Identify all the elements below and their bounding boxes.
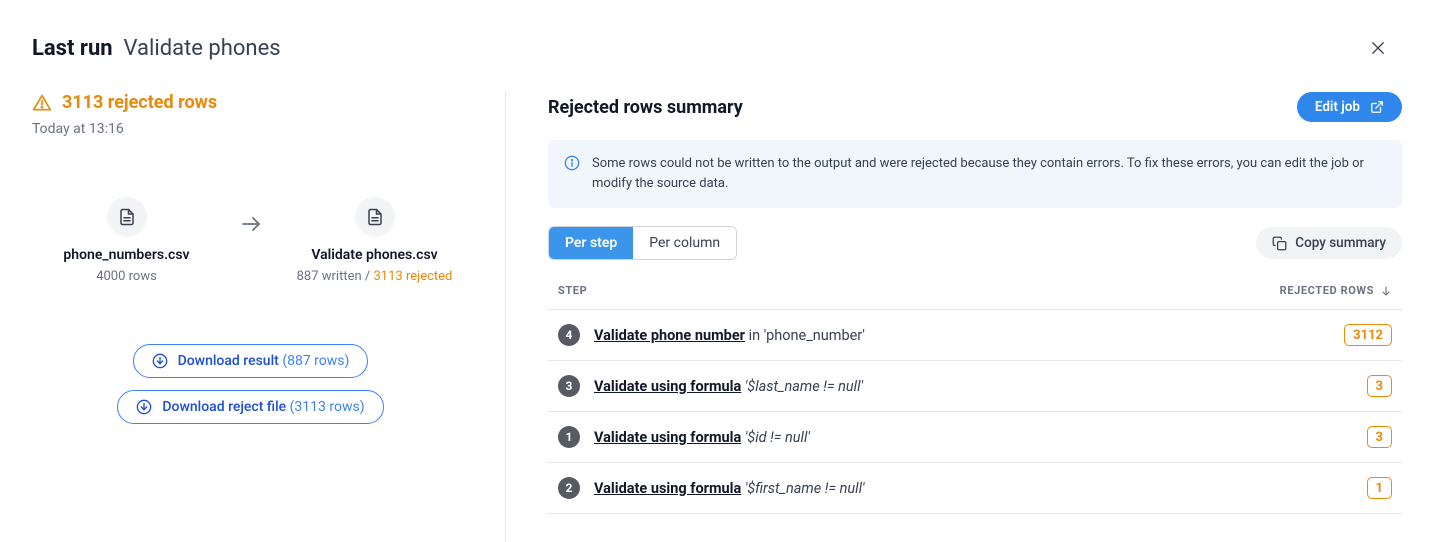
info-icon	[564, 155, 580, 171]
tab-per-step[interactable]: Per step	[549, 227, 633, 259]
target-file-name: Validate phones.csv	[311, 247, 437, 263]
source-file-node: phone_numbers.csv 4000 rows	[37, 197, 217, 284]
col-header-step: STEP	[558, 284, 587, 297]
page-title: Last run Validate phones	[32, 36, 281, 61]
step-description: Validate using formula '$last_name != nu…	[594, 378, 863, 395]
left-panel: 3113 rejected rows Today at 13:16 phone_…	[32, 92, 506, 542]
step-number-badge: 4	[558, 324, 580, 346]
rejected-count-pill: 1	[1367, 477, 1392, 499]
target-file-rowcount: 887 written / 3113 rejected	[297, 269, 453, 284]
step-detail: '$last_name != null'	[745, 378, 863, 395]
edit-job-button[interactable]: Edit job	[1297, 92, 1402, 122]
download-icon	[136, 399, 152, 415]
download-result-count: (887 rows)	[282, 353, 349, 369]
rejected-rows-banner: 3113 rejected rows	[32, 92, 469, 113]
step-row[interactable]: 2 Validate using formula '$first_name != …	[548, 463, 1402, 514]
step-action-link[interactable]: Validate phone number	[594, 327, 745, 344]
download-buttons: Download result (887 rows) Download reje…	[32, 344, 469, 424]
step-action-link[interactable]: Validate using formula	[594, 429, 741, 446]
rejected-count-pill: 3	[1367, 426, 1392, 448]
info-text: Some rows could not be written to the ou…	[592, 154, 1386, 194]
step-row[interactable]: 4 Validate phone number in 'phone_number'…	[548, 310, 1402, 361]
right-panel: Rejected rows summary Edit job Some rows…	[506, 92, 1402, 542]
copy-summary-label: Copy summary	[1295, 235, 1386, 251]
step-row[interactable]: 3 Validate using formula '$last_name != n…	[548, 361, 1402, 412]
close-icon	[1369, 39, 1387, 57]
step-detail: 'phone_number'	[764, 327, 865, 344]
step-detail: '$id != null'	[745, 429, 810, 446]
step-number-badge: 3	[558, 375, 580, 397]
step-description: Validate using formula '$first_name != n…	[594, 480, 864, 497]
step-action-link[interactable]: Validate using formula	[594, 480, 741, 497]
download-reject-label: Download reject file	[162, 399, 286, 415]
close-button[interactable]	[1362, 32, 1394, 64]
step-rows-list: 4 Validate phone number in 'phone_number'…	[548, 310, 1402, 514]
download-reject-file-button[interactable]: Download reject file (3113 rows)	[117, 390, 383, 424]
run-timestamp: Today at 13:16	[32, 121, 469, 137]
warning-icon	[32, 93, 52, 113]
rejected-rows-count: 3113 rejected rows	[62, 92, 217, 113]
arrow-right-icon	[239, 212, 263, 240]
title-prefix: Last run	[32, 36, 113, 61]
view-segmented-control: Per step Per column	[548, 226, 737, 260]
download-icon	[152, 353, 168, 369]
source-file-rowcount: 4000 rows	[96, 269, 157, 284]
tab-per-column[interactable]: Per column	[633, 227, 736, 259]
step-detail: '$first_name != null'	[745, 480, 865, 497]
col-header-rejected-rows[interactable]: REJECTED ROWS	[1280, 284, 1392, 297]
edit-job-label: Edit job	[1315, 99, 1360, 115]
step-number-badge: 2	[558, 477, 580, 499]
table-header: STEP REJECTED ROWS	[548, 284, 1402, 310]
step-number-badge: 1	[558, 426, 580, 448]
copy-icon	[1272, 236, 1287, 251]
sort-desc-icon	[1380, 285, 1392, 297]
step-description: Validate using formula '$id != null'	[594, 429, 810, 446]
title-job-name: Validate phones	[124, 36, 281, 61]
external-link-icon	[1370, 100, 1384, 114]
target-rejected-count: 3113 rejected	[373, 269, 452, 284]
step-action-link[interactable]: Validate using formula	[594, 378, 741, 395]
step-row[interactable]: 1 Validate using formula '$id != null' 3	[548, 412, 1402, 463]
header: Last run Validate phones	[32, 32, 1402, 64]
rejected-count-pill: 3112	[1344, 324, 1392, 346]
step-description: Validate phone number in 'phone_number'	[594, 327, 865, 344]
pipeline-diagram: phone_numbers.csv 4000 rows Validate pho…	[32, 197, 469, 284]
target-file-node: Validate phones.csv 887 written / 3113 r…	[285, 197, 465, 284]
info-callout: Some rows could not be written to the ou…	[548, 140, 1402, 208]
source-file-name: phone_numbers.csv	[63, 247, 189, 263]
download-result-button[interactable]: Download result (887 rows)	[133, 344, 369, 378]
download-reject-count: (3113 rows)	[290, 399, 365, 415]
file-icon	[107, 197, 147, 237]
download-result-label: Download result	[178, 353, 279, 369]
rejected-count-pill: 3	[1367, 375, 1392, 397]
rejected-rows-summary-title: Rejected rows summary	[548, 97, 743, 118]
file-icon	[355, 197, 395, 237]
copy-summary-button[interactable]: Copy summary	[1256, 227, 1402, 259]
